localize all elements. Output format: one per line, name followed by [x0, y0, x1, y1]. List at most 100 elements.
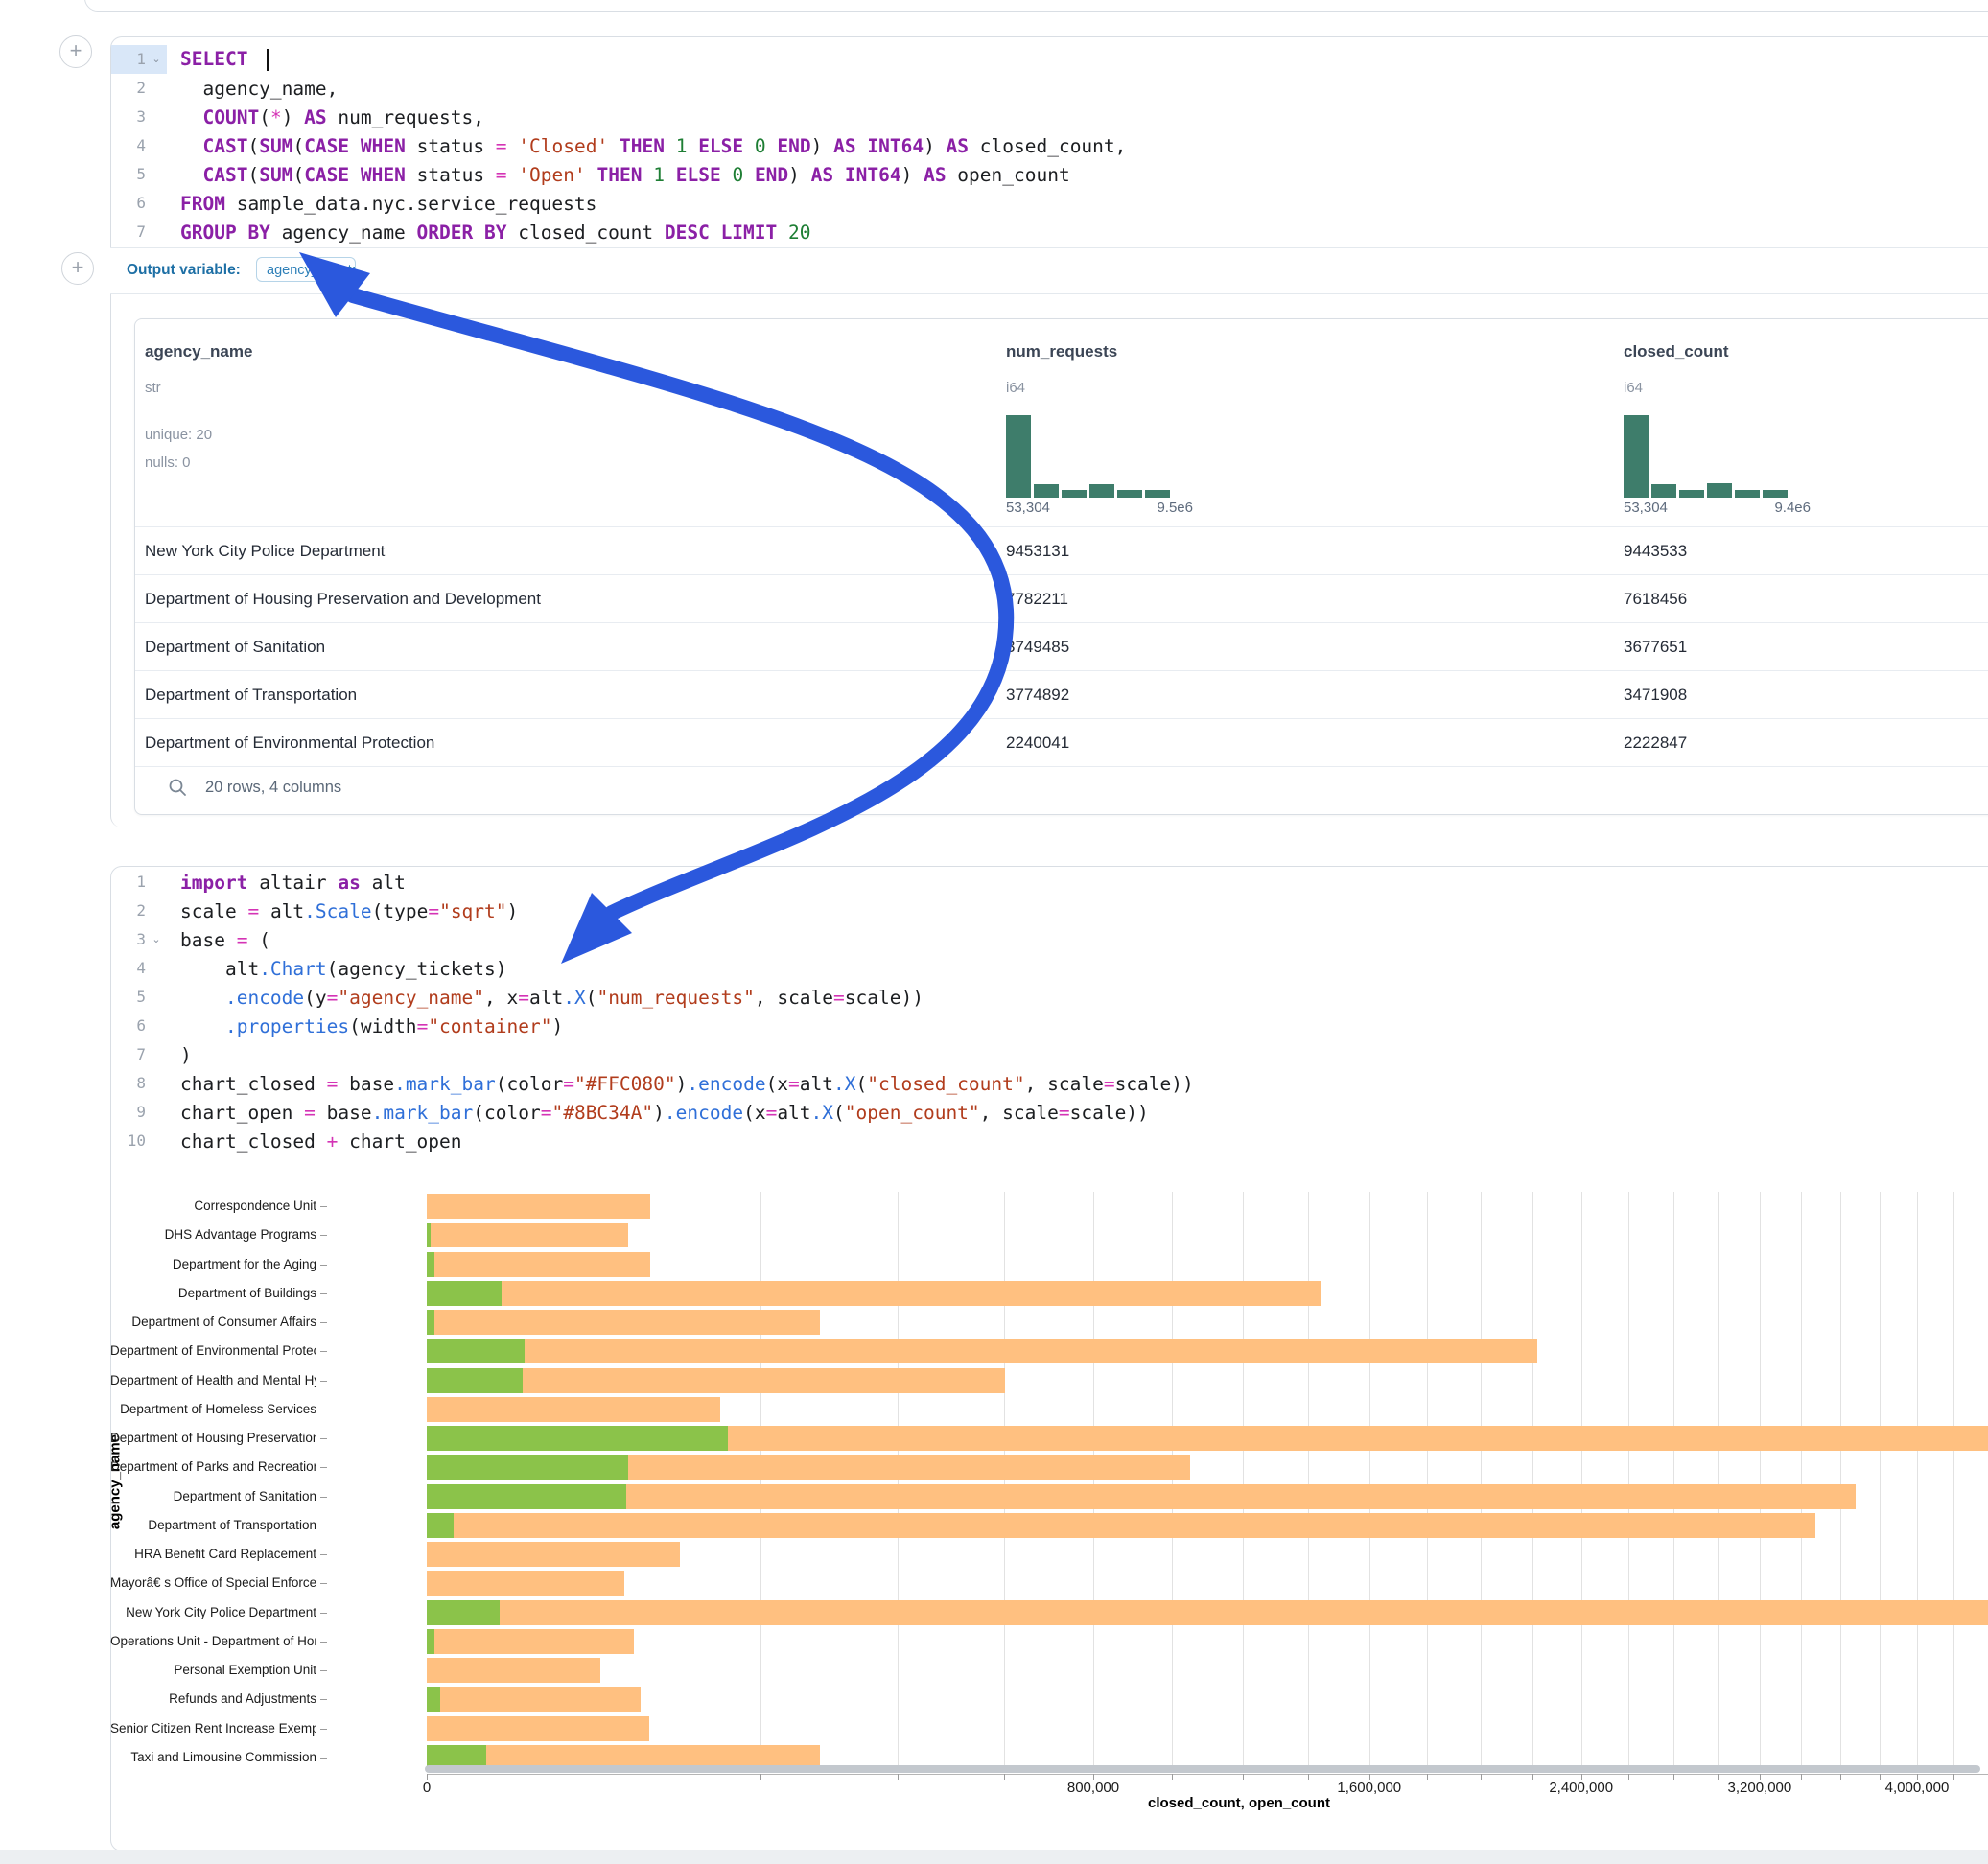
code-text: COUNT(*) AS num_requests,	[167, 106, 484, 128]
y-axis-label: Department of Transportation	[110, 1518, 316, 1532]
line-number: 2	[111, 74, 146, 103]
dataframe-table-card: agency_namestrunique: 20nulls: 0num_requ…	[134, 318, 1988, 815]
table-row[interactable]: Department of Environmental Protection22…	[135, 718, 1988, 767]
x-axis-minor-tick	[898, 1774, 899, 1780]
line-number: 2	[111, 897, 146, 925]
code-line: 2scale = alt.Scale(type="sqrt")	[111, 897, 1988, 925]
fold-column	[146, 1040, 167, 1069]
histogram-range-labels: 53,3049.5e6	[1006, 500, 1193, 516]
bar-open-count	[427, 1252, 434, 1277]
y-axis-tick	[320, 1613, 327, 1614]
y-axis-tick	[320, 1467, 327, 1468]
y-axis-tick	[320, 1381, 327, 1382]
table-body: New York City Police Department945313194…	[135, 526, 1988, 767]
search-icon[interactable]	[168, 778, 187, 802]
histogram-bar	[1145, 490, 1170, 498]
bar-open-count	[427, 1368, 523, 1393]
x-axis-line	[427, 1774, 1988, 1775]
x-axis-label: 800,000	[1026, 1780, 1160, 1796]
line-number: 1	[111, 868, 146, 897]
table-row[interactable]: New York City Police Department945313194…	[135, 526, 1988, 574]
bar-open-count	[427, 1310, 434, 1335]
table-row[interactable]: Department of Housing Preservation and D…	[135, 574, 1988, 622]
gridline	[1760, 1192, 1761, 1772]
table-row[interactable]: Department of Transportation377489234719…	[135, 670, 1988, 718]
column-meta: nulls: 0	[145, 454, 191, 471]
bar-closed-count	[427, 1687, 641, 1712]
bar-open-count	[427, 1455, 628, 1480]
text-cursor	[267, 49, 269, 71]
output-variable-label: Output variable:	[127, 262, 241, 279]
gridline	[1840, 1192, 1841, 1772]
plus-icon: +	[70, 38, 82, 62]
code-line: 10chart_closed + chart_open	[111, 1127, 1988, 1155]
line-number: 4	[111, 954, 146, 983]
code-text: CAST(SUM(CASE WHEN status = 'Open' THEN …	[167, 164, 1070, 186]
code-text: .properties(width="container")	[167, 1015, 563, 1037]
bar-closed-count	[427, 1194, 650, 1219]
fold-column	[146, 1069, 167, 1098]
output-variable-pill[interactable]: agency_tickets	[256, 257, 356, 282]
python-code-editor[interactable]: 1 import altair as alt 2scale = alt.Scale(…	[111, 868, 1988, 1155]
histogram-bar	[1062, 490, 1087, 498]
y-axis-tick	[320, 1438, 327, 1439]
code-line: 4 CAST(SUM(CASE WHEN status = 'Closed' T…	[111, 131, 1988, 160]
x-axis-label: 2,400,000	[1514, 1780, 1649, 1796]
chart-horizontal-scrollbar[interactable]	[425, 1765, 1980, 1773]
y-axis-label: Department of Sanitation	[110, 1489, 316, 1503]
histogram-bar	[1006, 415, 1031, 498]
page-background-strip	[0, 1850, 1988, 1864]
y-axis-tick	[320, 1729, 327, 1730]
add-cell-button-top[interactable]: +	[59, 35, 92, 68]
gridline	[760, 1192, 761, 1772]
code-text: chart_closed + chart_open	[167, 1130, 462, 1153]
bar-closed-count	[427, 1542, 680, 1567]
histogram-range-labels: 53,3049.4e6	[1624, 500, 1811, 516]
code-text: base = (	[167, 929, 270, 951]
code-line: 2 agency_name,	[111, 74, 1988, 103]
y-axis-tick	[320, 1293, 327, 1294]
y-axis-label: Personal Exemption Unit	[110, 1663, 316, 1677]
code-line: 9chart_open = base.mark_bar(color="#8BC3…	[111, 1098, 1988, 1127]
bar-open-count	[427, 1600, 500, 1625]
x-axis-minor-tick	[1243, 1774, 1244, 1780]
table-cell: 7782211	[1006, 575, 1068, 622]
gridline	[1004, 1192, 1005, 1772]
code-line: 3⌄base = (	[111, 925, 1988, 954]
gridline	[1718, 1192, 1719, 1772]
line-number: 6	[111, 1012, 146, 1040]
y-axis-label: Refunds and Adjustments	[110, 1691, 316, 1706]
fold-column	[146, 954, 167, 983]
fold-column	[146, 1127, 167, 1155]
gridline	[1953, 1192, 1954, 1772]
code-text: .encode(y="agency_name", x=alt.X("num_re…	[167, 987, 924, 1009]
table-cell: Department of Sanitation	[145, 623, 325, 670]
histogram-bar	[1117, 490, 1142, 498]
code-line: 7)	[111, 1040, 1988, 1069]
y-axis-title: agency_name	[107, 1406, 124, 1559]
bar-closed-count	[427, 1629, 634, 1654]
add-cell-button-middle[interactable]: +	[61, 252, 94, 285]
bar-closed-count	[427, 1252, 650, 1277]
bar-open-count	[427, 1513, 454, 1538]
y-axis-label: Department for the Aging	[110, 1257, 316, 1271]
table-cell: 3677651	[1624, 623, 1687, 670]
code-text: CAST(SUM(CASE WHEN status = 'Closed' THE…	[167, 135, 1126, 157]
bar-closed-count	[427, 1716, 649, 1741]
y-axis-tick	[320, 1265, 327, 1266]
sql-code-editor[interactable]: 1⌄SELECT 2 agency_name,3 COUNT(*) AS num…	[111, 45, 1988, 246]
y-axis-tick	[320, 1670, 327, 1671]
table-cell: 2222847	[1624, 719, 1687, 766]
table-cell: 3471908	[1624, 671, 1687, 718]
line-number: 5	[111, 160, 146, 189]
y-axis-label: Senior Citizen Rent Increase Exempti…	[110, 1721, 316, 1736]
histogram-bar	[1089, 484, 1114, 498]
code-text: chart_open = base.mark_bar(color="#8BC34…	[167, 1102, 1149, 1124]
bar-closed-count	[427, 1397, 720, 1422]
table-footer: 20 rows, 4 columns	[135, 761, 1988, 814]
table-row[interactable]: Department of Sanitation37494853677651	[135, 622, 1988, 670]
code-text: import altair as alt	[167, 872, 406, 894]
bar-open-count	[427, 1687, 440, 1712]
column-type: i64	[1006, 380, 1025, 396]
fold-column	[146, 897, 167, 925]
